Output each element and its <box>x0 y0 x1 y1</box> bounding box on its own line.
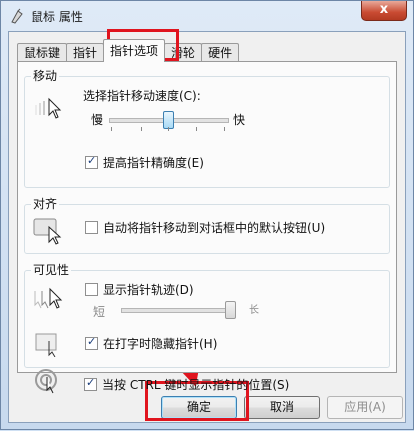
snap-group: 对齐 自动将指针移动到对话框中的默认按钮(U) <box>24 195 390 254</box>
ctrl-checkbox[interactable] <box>84 376 97 391</box>
snap-checkbox-row[interactable]: 自动将指针移动到对话框中的默认按钮(U) <box>85 219 325 236</box>
trails-checkbox[interactable] <box>85 283 98 296</box>
tab-panel: 移动 选择指针移动速度(C): 慢 快 ✓ 提高指针精确度(E) 对齐 自动将指… <box>17 61 397 394</box>
trails-slider-track[interactable] <box>121 308 233 313</box>
motion-group: 移动 选择指针移动速度(C): 慢 快 ✓ 提高指针精确度(E) <box>24 67 390 188</box>
precision-checkbox[interactable] <box>85 154 98 169</box>
visibility-group: 可见性 显示指针轨迹(D) 短 长 ✓ 在打字时隐藏指针(H) <box>24 261 390 368</box>
speed-tick <box>224 127 225 131</box>
long-label: 长 <box>249 305 259 316</box>
hide-checkbox[interactable] <box>85 335 98 350</box>
speed-tick <box>168 127 169 131</box>
hide-checkbox-row[interactable]: 在打字时隐藏指针(H) <box>85 335 217 352</box>
hide-label: 在打字时隐藏指针(H) <box>103 337 218 351</box>
snap-to-icon <box>33 215 63 248</box>
snap-checkbox[interactable] <box>85 221 98 234</box>
pointer-trails-icon <box>33 285 65 314</box>
precision-checkbox-row[interactable]: 提高指针精确度(E) <box>85 154 204 171</box>
show-location-icon <box>34 368 62 399</box>
tab-pointer-options[interactable]: 指针选项 <box>103 39 166 62</box>
slow-label: 慢 <box>91 113 104 127</box>
hide-pointer-icon <box>35 331 63 360</box>
speed-tick <box>141 127 142 131</box>
snap-title: 对齐 <box>31 195 60 212</box>
speed-tick <box>196 127 197 131</box>
precision-label: 提高指针精确度(E) <box>103 156 204 170</box>
trails-label: 显示指针轨迹(D) <box>103 283 194 297</box>
ctrl-checkbox-row[interactable]: 当按 CTRL 键时显示指针的位置(S) <box>84 376 289 393</box>
snap-label: 自动将指针移动到对话框中的默认按钮(U) <box>103 221 326 235</box>
trails-slider-thumb[interactable] <box>225 301 236 319</box>
speed-label: 选择指针移动速度(C): <box>83 89 201 103</box>
speed-tick <box>111 127 112 131</box>
pointer-speed-icon <box>35 95 63 124</box>
fast-label: 快 <box>233 113 246 127</box>
visibility-title: 可见性 <box>31 261 72 278</box>
dialog-body: 鼠标键 指针 指针选项 滑轮 硬件 移动 选择指针移动速度(C): 慢 快 ✓ … <box>8 31 406 423</box>
mouse-properties-window: 鼠标 属性 x 鼠标键 指针 指针选项 滑轮 硬件 移动 选择指针移动速度(C)… <box>0 0 414 430</box>
ctrl-label: 当按 CTRL 键时显示指针的位置(S) <box>102 378 290 392</box>
motion-title: 移动 <box>31 67 60 84</box>
short-label: 短 <box>93 305 106 319</box>
trails-checkbox-row[interactable]: 显示指针轨迹(D) <box>85 281 194 298</box>
